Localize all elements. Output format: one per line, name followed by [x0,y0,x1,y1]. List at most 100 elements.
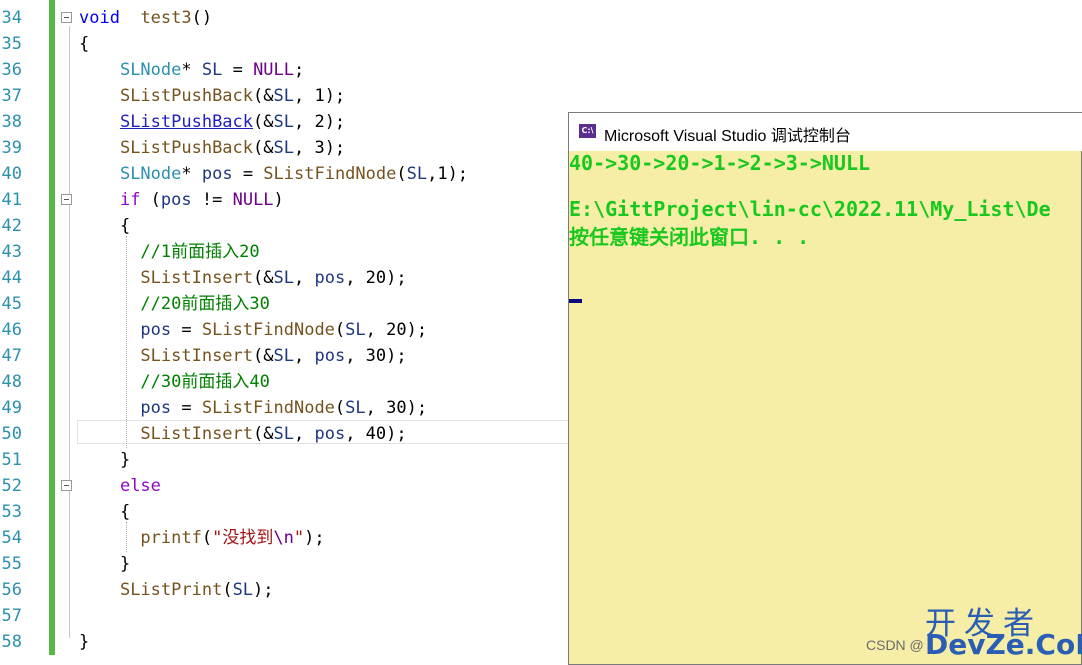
csdn-watermark: CSDN @ [866,637,924,653]
code-token: else [119,476,161,496]
code-text: SListInsert(&SL, pos, 40); [79,421,406,447]
line-number: 48 [1,372,22,392]
code-token: SL [273,138,294,158]
code-text: SListInsert(&SL, pos, 20); [79,265,406,291]
line-number: 49 [1,398,22,418]
console-output-line: 40->30->20->1->2->3->NULL [569,151,871,175]
code-token: = [171,398,202,418]
console-output[interactable]: 40->30->20->1->2->3->NULL E:\GittProject… [569,151,1081,664]
code-token: SL [273,346,294,366]
code-token: { [79,34,90,54]
code-token: (& [253,86,274,106]
code-token: } [79,632,90,652]
code-token: ( [334,398,346,418]
code-text: //1前面插入20 [79,239,260,265]
code-token: ); [304,528,325,548]
code-token: } [79,450,131,470]
console-title-bar[interactable]: C:\ Microsoft Visual Studio 调试控制台 [569,113,1082,151]
code-text: SListPrint(SL); [79,577,274,603]
code-text: } [79,629,89,655]
code-token: * [181,164,202,184]
code-token: () [191,8,213,28]
code-token: \n [273,528,294,548]
code-token: SListPushBack [119,86,254,106]
code-text: //30前面插入40 [79,369,269,395]
code-token: ,1); [427,164,469,184]
console-cursor [569,299,582,303]
debug-console-window[interactable]: C:\ Microsoft Visual Studio 调试控制台 40->30… [568,112,1082,665]
code-token: { [79,502,131,522]
line-number: 41 [1,190,22,210]
watermark-en: DevZe.CoM [925,628,1082,661]
code-text: { [79,213,130,239]
code-text: { [79,31,89,57]
line-number: 42 [1,216,22,236]
code-text: pos = SListFindNode(SL, 30); [79,395,427,421]
code-line[interactable]: 34 void test3() [0,5,1082,31]
line-number: 34 [1,8,22,28]
console-app-icon: C:\ [579,124,596,138]
code-token: printf [140,528,202,548]
code-token: test3 [140,8,192,28]
code-text: SListPushBack(&SL, 2); [79,109,345,135]
console-output-line: E:\GittProject\lin-cc\2022.11\My_List\De [569,197,1051,221]
code-token: (& [253,424,274,444]
line-number: 46 [1,320,22,340]
code-token: SL [273,424,294,444]
code-token: SL [273,112,294,132]
code-token: void [79,8,120,28]
code-token: //20前面插入30 [140,294,270,314]
code-token: NULL [232,190,274,210]
code-token: ) [273,190,284,210]
code-token: , 30); [345,346,407,366]
line-number: 36 [1,60,22,80]
code-token: (& [253,112,274,132]
line-number: 50 [1,424,22,444]
code-token: //1前面插入20 [140,242,260,262]
code-token: SListInsert [140,268,254,288]
line-number: 52 [1,476,22,496]
code-token: pos [314,268,346,288]
code-text: pos = SListFindNode(SL, 20); [79,317,427,343]
code-token: ( [222,580,233,600]
code-text: void test3() [79,5,212,31]
code-token: SListFindNode [201,398,335,418]
console-output-line: 按任意键关闭此窗口. . . [569,225,810,249]
line-number: 44 [1,268,22,288]
code-token: pos [140,320,172,340]
line-number: 35 [1,34,22,54]
code-text: SLNode* SL = NULL; [79,57,304,83]
code-token: pos [314,346,346,366]
code-token: != [191,190,233,210]
code-token: (& [253,138,274,158]
code-line[interactable]: 37 SListPushBack(&SL, 1); [0,83,1082,109]
code-token: SL [406,164,428,184]
line-number: 57 [1,606,22,626]
code-token: , 20); [365,320,428,340]
code-token: SListPushBack [119,138,254,158]
line-number: 39 [1,138,22,158]
line-number: 37 [1,86,22,106]
code-line[interactable]: 35 { [0,31,1082,57]
code-token: SListPrint [119,580,223,600]
code-line[interactable]: 36 SLNode* SL = NULL; [0,57,1082,83]
code-token: , 1); [293,86,346,106]
code-token: ( [396,164,407,184]
code-token: pos [201,164,233,184]
code-token: { [79,216,131,236]
line-number: 56 [1,580,22,600]
code-token: = [232,164,264,184]
code-token: SL [273,86,294,106]
line-number: 40 [1,164,22,184]
